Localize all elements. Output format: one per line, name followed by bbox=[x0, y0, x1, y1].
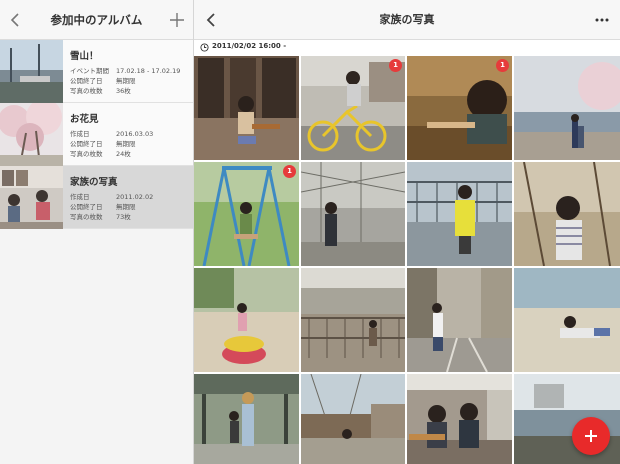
album-thumbnail bbox=[0, 166, 63, 229]
photo-thumbnail[interactable]: 1 bbox=[301, 56, 405, 160]
new-count-badge: 1 bbox=[283, 165, 296, 178]
add-photo-button[interactable] bbox=[572, 417, 610, 455]
photo-thumbnail[interactable]: 1 bbox=[194, 162, 299, 266]
photo-thumbnail[interactable] bbox=[301, 268, 405, 372]
album-meta-row: 写真の枚数 36枚 bbox=[70, 87, 131, 95]
album-thumbnail bbox=[0, 103, 63, 166]
album-meta-row: 写真の枚数 73枚 bbox=[70, 213, 131, 221]
album-list-panel: 参加中のアルバム 雪山！ イベント期間 17.02.18 - 17.02.19 公… bbox=[0, 0, 194, 464]
plus-icon[interactable] bbox=[169, 12, 185, 28]
photo-thumbnail[interactable] bbox=[194, 56, 299, 160]
album-meta-row: 公開終了日 無期限 bbox=[70, 203, 136, 211]
new-count-badge: 1 bbox=[389, 59, 402, 72]
photo-thumbnail[interactable] bbox=[301, 374, 405, 464]
photo-thumbnail[interactable] bbox=[514, 56, 620, 160]
date-label: 2011/02/02 16:00 - bbox=[212, 42, 287, 50]
photo-thumbnail[interactable] bbox=[194, 374, 299, 464]
photo-thumbnail[interactable]: 1 bbox=[407, 56, 512, 160]
new-count-badge: 1 bbox=[496, 59, 509, 72]
album-name: 雪山！ bbox=[70, 51, 99, 62]
album-item-hanami[interactable]: お花見 作成日 2016.03.03 公開終了日 無期限 写真の枚数 24枚 bbox=[0, 103, 193, 166]
album-detail-title: 家族の写真 bbox=[379, 13, 435, 26]
album-meta-row: 作成日 2011.02.02 bbox=[70, 193, 154, 201]
album-meta-row: イベント期間 17.02.18 - 17.02.19 bbox=[70, 67, 181, 75]
album-meta-row: 公開終了日 無期限 bbox=[70, 77, 136, 85]
album-meta-row: 公開終了日 無期限 bbox=[70, 140, 136, 148]
add-icon bbox=[585, 430, 597, 442]
album-meta-row: 写真の枚数 24枚 bbox=[70, 150, 131, 158]
album-thumbnail bbox=[0, 40, 63, 103]
photo-thumbnail[interactable] bbox=[407, 268, 512, 372]
date-section-header: 2011/02/02 16:00 - bbox=[194, 40, 620, 55]
photo-thumbnail[interactable] bbox=[514, 268, 620, 372]
album-detail-header: 家族の写真 bbox=[194, 0, 620, 40]
photo-thumbnail[interactable] bbox=[194, 268, 299, 372]
photo-thumbnail[interactable] bbox=[407, 162, 512, 266]
album-name: 家族の写真 bbox=[70, 177, 118, 188]
album-item-family[interactable]: 家族の写真 作成日 2011.02.02 公開終了日 無期限 写真の枚数 73枚 bbox=[0, 166, 193, 229]
album-name: お花見 bbox=[70, 114, 99, 125]
album-list-title: 参加中のアルバム bbox=[50, 13, 143, 27]
photo-thumbnail[interactable] bbox=[514, 162, 620, 266]
album-meta-row: 作成日 2016.03.03 bbox=[70, 130, 154, 138]
photo-thumbnail[interactable] bbox=[407, 374, 512, 464]
album-item-snow[interactable]: 雪山！ イベント期間 17.02.18 - 17.02.19 公開終了日 無期限 写… bbox=[0, 40, 193, 103]
clock-icon bbox=[200, 43, 209, 52]
album-detail-panel: 家族の写真 2011/02/02 16:00 - 1 1 1 bbox=[194, 0, 620, 464]
album-list-header: 参加中のアルバム bbox=[0, 0, 193, 40]
photo-grid: 1 1 1 bbox=[194, 56, 620, 464]
more-icon[interactable] bbox=[594, 16, 610, 24]
photo-thumbnail[interactable] bbox=[301, 162, 405, 266]
